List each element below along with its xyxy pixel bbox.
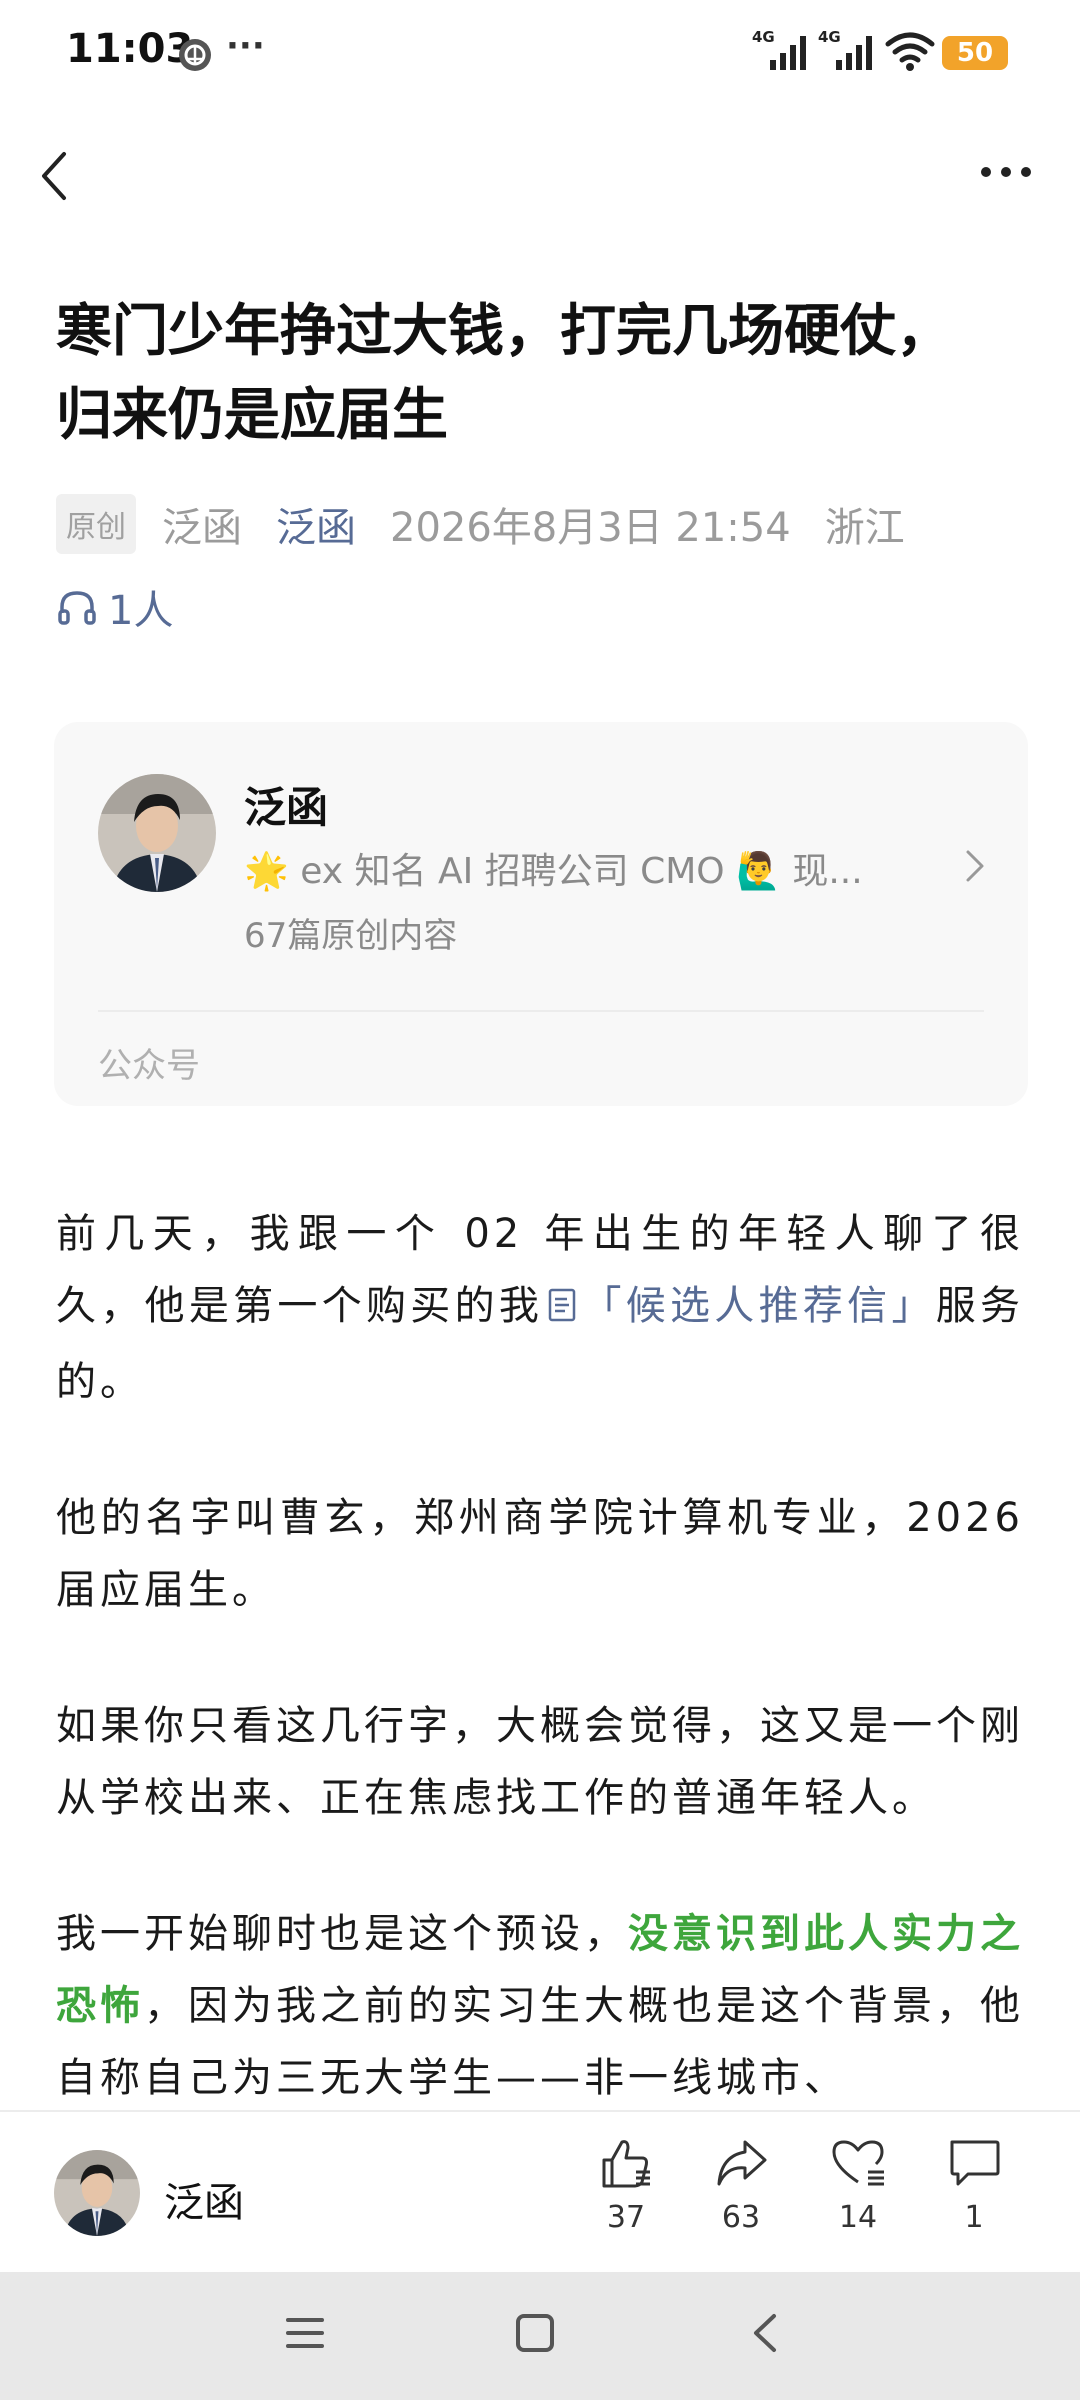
chevron-left-icon[interactable] [36,148,72,208]
share-button[interactable]: 63 [696,2136,786,2235]
like-count: 37 [606,2200,646,2235]
heart-icon [830,2140,886,2194]
app-notification-icon [176,36,214,78]
article-meta: 原创 泛函 泛函 2026年8月3日 21:54 浙江 [56,494,905,554]
menu-icon[interactable] [282,2310,328,2360]
paragraph-text: 我一开始聊时也是这个预设， [56,1911,628,1957]
svg-text:4G: 4G [818,28,841,46]
favorite-count: 14 [838,2200,878,2235]
bottom-action-bar: 泛函 37 63 14 1 [0,2110,1080,2274]
article-title: 寒门少年挣过大钱，打完几场硬仗，归来仍是应届生 [56,299,952,448]
account-link[interactable]: 泛函 [276,495,356,553]
profile-name: 泛函 [244,783,329,832]
status-time: 11:03 [66,26,194,72]
paragraph: 他的名字叫曹玄，郑州商学院计算机专业，2026 届应届生。 [56,1495,1024,1613]
comment-button[interactable]: 1 [929,2136,1019,2235]
ellipsis-icon[interactable] [980,164,1032,184]
cell-signal-2-icon: 4G [818,28,878,76]
headphones-icon [56,587,98,627]
paragraph: 如果你只看这几行字，大概会觉得，这又是一个刚从学校出来、正在焦虑找工作的普通年轻… [56,1703,1024,1821]
share-arrow-icon [713,2140,769,2194]
paragraph: 我一开始聊时也是这个预设，没意识到此人实力之恐怖，因为我之前的实习生大概也是这个… [56,1898,1024,2114]
favorite-button[interactable]: 14 [813,2136,903,2235]
more-notifications-icon: ··· [226,26,265,66]
cell-signal-1-icon: 4G [752,28,812,76]
recommendation-letter-link[interactable]: 「候选人推荐信」 [581,1283,936,1329]
battery-indicator: 50 [942,36,1008,70]
profile-article-count: 67篇原创内容 [244,916,458,956]
status-bar: 11:03 ··· 4G 4G 50 [0,0,1080,110]
wifi-icon [884,30,936,76]
back-triangle-icon[interactable] [744,2310,790,2360]
listen-button[interactable]: 1人 [56,578,173,636]
article-body: 前几天，我跟一个 02 年出生的年轻人聊了很久，他是第一个购买的我 「候选人推荐信… [56,1198,1024,2118]
profile-description: 🌟 ex 知名 AI 招聘公司 CMO 🙋‍♂️ 现... [244,851,863,892]
avatar[interactable] [54,2150,140,2236]
paragraph-text: ，因为我之前的实习生大概也是这个背景，他自称自己为三无大学生——非一线城市、 [56,1983,1024,2101]
like-button[interactable]: 37 [581,2136,671,2235]
share-count: 63 [721,2200,761,2235]
bottom-author-name[interactable]: 泛函 [164,2170,244,2228]
divider [98,1010,984,1012]
svg-text:4G: 4G [752,28,775,46]
original-badge: 原创 [56,494,136,554]
document-icon [547,1274,577,1346]
top-nav [0,130,1080,220]
author-name: 泛函 [162,505,242,551]
comment-count: 1 [964,2200,984,2235]
listener-count: 1人 [108,588,174,634]
system-nav-bar [0,2272,1080,2400]
chevron-right-icon [964,848,986,888]
home-square-icon[interactable] [512,2310,558,2360]
thumbs-up-icon [598,2140,654,2194]
publish-location: 浙江 [824,505,905,551]
account-type-label: 公众号 [98,1046,200,1086]
comment-bubble-icon [946,2140,1002,2194]
paragraph: 前几天，我跟一个 02 年出生的年轻人聊了很久，他是第一个购买的我 「候选人推荐信… [56,1198,1024,1418]
profile-card[interactable]: 泛函 🌟 ex 知名 AI 招聘公司 CMO 🙋‍♂️ 现... 67篇原创内容… [54,722,1028,1106]
publish-date: 2026年8月3日 21:54 [390,505,791,551]
avatar[interactable] [98,774,216,892]
